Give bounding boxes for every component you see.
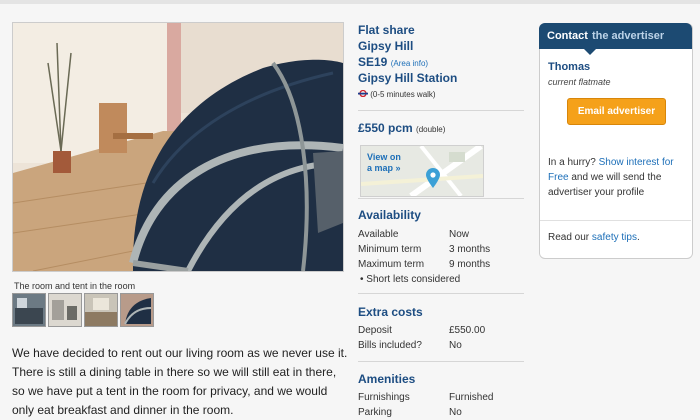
row-value: No — [449, 340, 462, 351]
price-line: £550 pcm (double) — [358, 121, 445, 135]
divider — [358, 198, 524, 199]
short-lets-text: Short lets considered — [366, 274, 461, 285]
divider — [358, 293, 524, 294]
advertiser-name: Thomas — [548, 61, 591, 73]
thumbnail-3[interactable] — [84, 293, 118, 327]
bullet-icon: • — [360, 274, 364, 285]
availability-heading: Availability — [358, 208, 421, 222]
header-pointer — [583, 48, 597, 55]
amenity-row: Furnishings Furnished — [358, 392, 493, 403]
row-label: Bills included? — [358, 340, 422, 351]
thumbnail-2[interactable] — [48, 293, 82, 327]
main-photo[interactable] — [12, 22, 344, 272]
thumbnail-1[interactable] — [12, 293, 46, 327]
row-label: Deposit — [358, 325, 392, 336]
availability-row: Maximum term 9 months — [358, 259, 490, 270]
listing-area: Gipsy Hill — [358, 39, 414, 53]
underground-icon — [358, 89, 368, 98]
row-value: 3 months — [449, 244, 491, 255]
map-preview[interactable]: View on a map » — [360, 145, 484, 197]
price-note: (double) — [416, 125, 446, 134]
view-map-line2: a map » — [367, 163, 401, 173]
row-value: Now — [449, 229, 470, 240]
safety-line: Read our safety tips. — [548, 232, 640, 243]
availability-row: Minimum term 3 months — [358, 244, 490, 255]
listing-description: We have decided to rent out our living r… — [12, 346, 348, 417]
contact-header: Contact the advertiser — [539, 23, 692, 49]
station-distance-row: (0-5 minutes walk) — [358, 89, 436, 99]
view-map-link[interactable]: View on a map » — [367, 152, 401, 174]
row-label: Minimum term — [358, 244, 422, 255]
row-value: £550.00 — [449, 325, 486, 336]
hurry-prefix: In a hurry? — [548, 157, 596, 168]
row-label: Maximum term — [358, 259, 425, 270]
listing-postcode-line: SE19 (Area info) — [358, 55, 428, 69]
map-pin-icon — [425, 168, 441, 193]
safety-prefix: Read our — [548, 232, 590, 243]
row-label: Available — [358, 229, 399, 240]
safety-tips-link[interactable]: safety tips — [592, 232, 637, 243]
divider — [358, 110, 524, 111]
contact-box — [539, 23, 693, 259]
extra-cost-row: Deposit £550.00 — [358, 325, 485, 336]
extra-costs-heading: Extra costs — [358, 305, 423, 319]
hurry-text: In a hurry? Show interest for Free and w… — [548, 155, 688, 200]
thumbnail-4[interactable] — [120, 293, 154, 327]
area-info-link[interactable]: (Area info) — [391, 59, 428, 68]
contact-header-rest: the advertiser — [592, 30, 665, 42]
divider — [540, 220, 691, 221]
divider — [358, 361, 524, 362]
listing-postcode: SE19 — [358, 55, 388, 69]
safety-suffix: . — [636, 232, 640, 243]
email-advertiser-button[interactable]: Email advertiser — [567, 98, 666, 125]
listing-station: Gipsy Hill Station — [358, 71, 458, 85]
amenities-heading: Amenities — [358, 372, 416, 386]
advertiser-role: current flatmate — [548, 77, 611, 87]
short-lets-note: • Short lets considered — [360, 274, 460, 285]
listing-price: £550 pcm — [358, 121, 413, 135]
row-value: Furnished — [449, 392, 494, 403]
row-label: Furnishings — [358, 392, 410, 403]
photo-caption: The room and tent in the room — [14, 281, 136, 291]
contact-header-label: Contact — [547, 30, 588, 42]
view-map-line1: View on — [367, 152, 401, 162]
top-border — [0, 0, 700, 4]
availability-row: Available Now — [358, 229, 469, 240]
extra-cost-row: Bills included? No — [358, 340, 462, 351]
listing-type: Flat share — [358, 23, 415, 37]
station-distance: (0-5 minutes walk) — [370, 90, 436, 99]
row-value: 9 months — [449, 259, 491, 270]
